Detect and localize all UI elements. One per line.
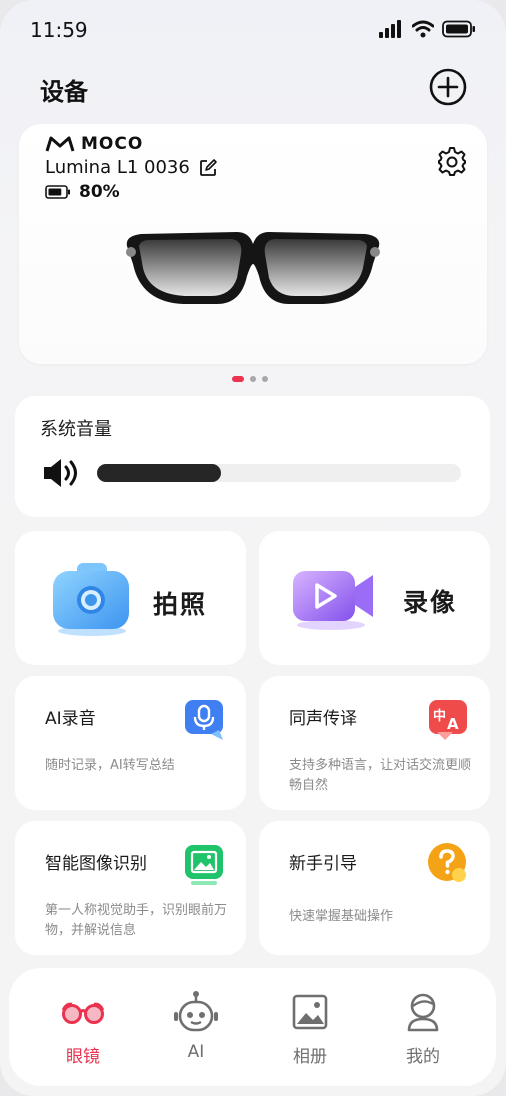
nav-label: 相册 <box>293 1047 327 1067</box>
camera-icon <box>53 563 129 636</box>
nav-item-profile[interactable]: 我的 <box>383 990 463 1067</box>
video-card[interactable]: 录像 <box>259 531 490 665</box>
robot-icon <box>174 991 218 1032</box>
nav-item-glasses[interactable]: 眼镜 <box>43 990 123 1067</box>
nav-item-gallery[interactable]: 相册 <box>270 990 350 1067</box>
nav-item-ai[interactable]: AI <box>156 990 236 1062</box>
glasses-icon <box>61 1002 105 1024</box>
speaker-icon[interactable] <box>42 457 82 489</box>
guide-desc: 快速掌握基础操作 <box>289 909 394 924</box>
volume-card: 系统音量 <box>15 396 490 517</box>
volume-slider-fill <box>97 464 221 482</box>
guide-card[interactable]: 新手引导 快速掌握基础操作 <box>259 821 490 955</box>
volume-slider[interactable] <box>97 464 461 482</box>
nav-label: 我的 <box>406 1047 440 1067</box>
add-device-button[interactable] <box>428 67 468 107</box>
settings-icon[interactable] <box>437 146 467 176</box>
wifi-icon <box>412 20 434 38</box>
image-recognition-title: 智能图像识别 <box>45 854 147 874</box>
translation-card[interactable]: 同声传译 中 A 支持多种语言，让对话交流更顺畅自然 <box>259 676 490 810</box>
battery-icon <box>45 185 70 199</box>
brand-logo-icon <box>45 136 75 152</box>
nav-label: 眼镜 <box>66 1047 100 1067</box>
ai-recording-desc: 随时记录，AI转写总结 <box>45 758 175 773</box>
photo-card[interactable]: 拍照 <box>15 531 246 665</box>
device-card[interactable]: MOCO Lumina L1 0036 80% <box>19 124 487 364</box>
ai-recording-title: AI录音 <box>45 709 96 729</box>
brand-row: MOCO <box>45 134 143 154</box>
edit-icon[interactable] <box>198 158 218 178</box>
status-time: 11:59 <box>30 18 88 42</box>
glasses-image <box>126 232 380 304</box>
battery-percent: 80% <box>79 182 120 202</box>
vision-icon <box>185 845 223 885</box>
microphone-icon <box>185 700 223 740</box>
video-label: 录像 <box>403 588 458 617</box>
signal-icon <box>379 20 401 38</box>
translate-icon: 中 A <box>429 700 467 740</box>
photo-label: 拍照 <box>153 590 208 619</box>
battery-row: 80% <box>45 182 120 202</box>
gallery-icon <box>292 994 328 1030</box>
battery-status-icon <box>442 20 475 38</box>
profile-icon <box>407 993 439 1032</box>
pager-dot[interactable] <box>262 376 268 382</box>
ai-recording-card[interactable]: AI录音 随时记录，AI转写总结 <box>15 676 246 810</box>
pager-dot-active[interactable] <box>232 376 244 382</box>
page-title: 设备 <box>40 78 88 106</box>
device-name: Lumina L1 0036 <box>45 157 190 178</box>
device-name-row: Lumina L1 0036 <box>45 157 218 178</box>
status-icons <box>378 20 476 38</box>
brand-name: MOCO <box>81 134 144 154</box>
pager-dot[interactable] <box>250 376 256 382</box>
video-icon <box>293 571 373 630</box>
image-recognition-card[interactable]: 智能图像识别 第一人称视觉助手，识别眼前万物，并解说信息 <box>15 821 246 955</box>
app-screen: 11:59 设备 MOCO Lumina L1 0036 80% 系统音量 拍照… <box>0 0 506 1096</box>
svg-text:中: 中 <box>433 708 446 724</box>
bottom-nav: 眼镜 AI 相册 我的 <box>9 968 496 1086</box>
translation-title: 同声传译 <box>289 709 357 729</box>
volume-title: 系统音量 <box>40 419 112 440</box>
carousel-pager <box>232 376 268 382</box>
guide-title: 新手引导 <box>289 854 357 874</box>
translation-desc: 支持多种语言，让对话交流更顺畅自然 <box>289 758 472 793</box>
image-recognition-desc: 第一人称视觉助手，识别眼前万物，并解说信息 <box>45 903 228 938</box>
help-icon <box>428 843 466 882</box>
nav-label: AI <box>187 1042 205 1062</box>
svg-text:A: A <box>447 715 459 733</box>
